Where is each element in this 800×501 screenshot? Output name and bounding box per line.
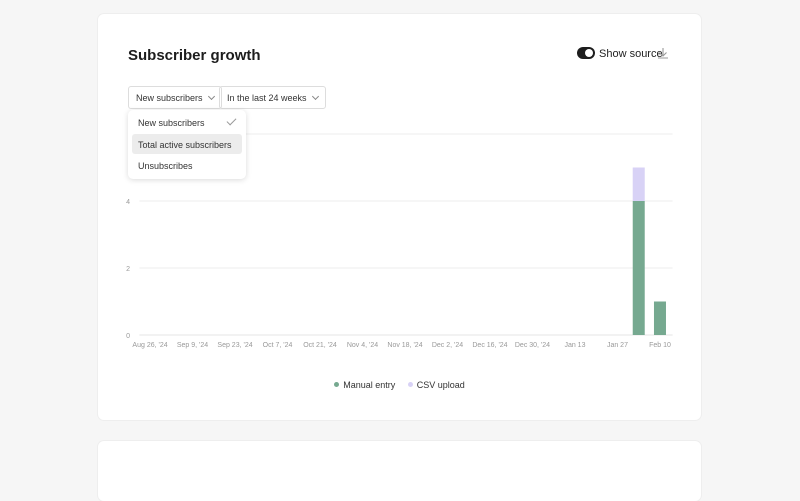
secondary-card xyxy=(98,441,701,501)
legend-dot xyxy=(334,382,340,387)
menu-item-total-active-subscribers[interactable]: Total active subscribers xyxy=(132,134,242,154)
x-tick-label: Dec 16, '24 xyxy=(472,342,507,349)
bar-manual xyxy=(653,301,666,335)
x-tick-label: Nov 4, '24 xyxy=(347,342,378,349)
menu-item-label: Total active subscribers xyxy=(138,140,232,150)
x-tick-label: Sep 23, '24 xyxy=(217,342,252,349)
y-tick-label: 0 xyxy=(126,333,130,340)
menu-item-unsubscribes[interactable]: Unsubscribes xyxy=(132,155,242,175)
x-tick-label: Jan 27 xyxy=(607,342,628,349)
x-tick-label: Dec 2, '24 xyxy=(432,342,463,349)
legend: Manual entry CSV upload xyxy=(98,380,701,390)
legend-dot xyxy=(407,382,413,387)
legend-item-csv: CSV upload xyxy=(407,380,465,390)
x-tick-label: Dec 30, '24 xyxy=(515,342,550,349)
x-tick-label: Jan 13 xyxy=(564,342,585,349)
legend-item-manual: Manual entry xyxy=(334,380,395,390)
menu-item-label: Unsubscribes xyxy=(138,161,193,171)
chart: 0 2 4 Aug 26, '24 Sep 9, '24 Sep 23, '24 Oct 7… xyxy=(126,133,673,349)
x-tick-label: Feb 10 xyxy=(649,342,671,349)
x-tick-label: Nov 18, '24 xyxy=(387,342,422,349)
legend-label: Manual entry xyxy=(343,380,396,390)
x-tick-label: Oct 21, '24 xyxy=(303,342,337,349)
bar-manual xyxy=(632,201,645,335)
y-tick-label: 2 xyxy=(126,266,130,273)
check-icon xyxy=(226,115,237,126)
legend-label: CSV upload xyxy=(416,380,465,390)
bar-csv xyxy=(632,167,645,201)
metric-dropdown-menu: New subscribers Total active subscribers… xyxy=(128,110,246,179)
menu-item-new-subscribers[interactable]: New subscribers xyxy=(132,112,242,132)
x-tick-label: Aug 26, '24 xyxy=(132,342,167,349)
x-tick-label: Sep 9, '24 xyxy=(177,342,208,349)
subscriber-growth-card: Subscriber growth Show source New subscr… xyxy=(98,14,701,420)
y-tick-label: 4 xyxy=(126,199,130,206)
menu-item-label: New subscribers xyxy=(138,118,205,128)
x-tick-label: Oct 7, '24 xyxy=(263,342,293,349)
